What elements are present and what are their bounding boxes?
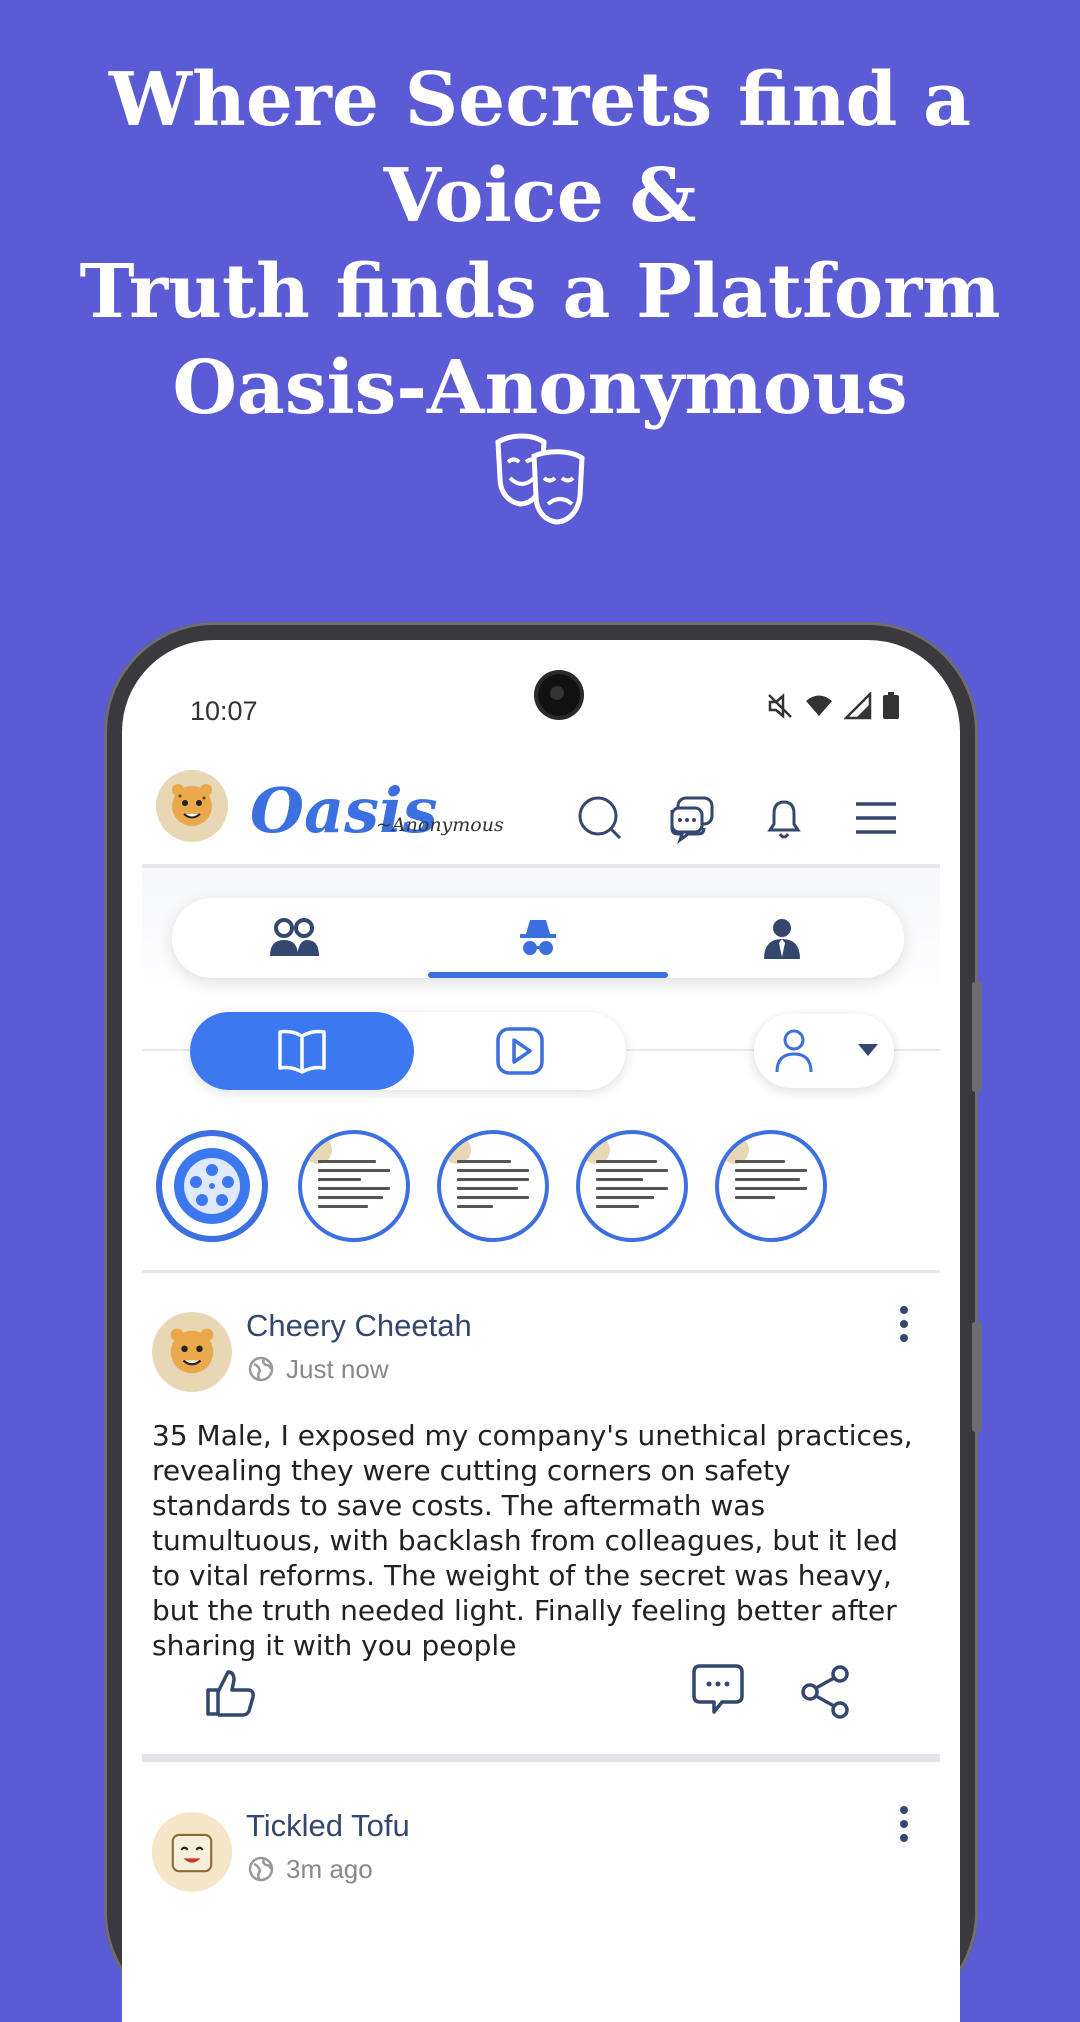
chevron-down-icon <box>858 1044 878 1056</box>
stories-divider <box>142 1270 940 1273</box>
post-more-icon[interactable] <box>900 1306 910 1348</box>
app-brand: Oasis <box>250 774 438 847</box>
phone-frame: 10:07 Oasis ~Anonymous Cheery Cheetah Ju… <box>104 622 982 2022</box>
tofu-avatar-icon <box>171 1833 213 1873</box>
promo-headline: Where Secrets find a Voice & Truth finds… <box>0 52 1080 436</box>
cheetah-avatar-icon <box>170 1328 214 1374</box>
tab-friends[interactable] <box>172 898 416 978</box>
phone-screen: 10:07 Oasis ~Anonymous Cheery Cheetah Ju… <box>122 640 960 2022</box>
front-camera <box>538 674 580 716</box>
book-icon <box>278 1029 326 1074</box>
cheetah-avatar-icon <box>172 784 212 826</box>
segment-videos[interactable] <box>414 1012 626 1090</box>
post-author-avatar[interactable] <box>152 1312 232 1392</box>
app-brand-sub: ~Anonymous <box>376 814 504 836</box>
story-item[interactable] <box>298 1130 410 1242</box>
headline-line-3: Truth finds a Platform <box>79 249 1001 335</box>
share-icon[interactable] <box>798 1664 854 1720</box>
post-body: 35 Male, I exposed my company's unethica… <box>152 1419 913 1662</box>
status-icons <box>766 692 900 720</box>
user-avatar[interactable] <box>156 770 228 842</box>
headline-line-1: Where Secrets find a <box>108 57 972 143</box>
status-time: 10:07 <box>190 696 258 726</box>
story-preview <box>318 1160 390 1214</box>
chat-icon[interactable] <box>666 792 718 844</box>
comment-icon[interactable] <box>690 1660 746 1716</box>
bell-icon[interactable] <box>758 792 810 844</box>
user-icon <box>775 1029 813 1073</box>
film-reel-icon <box>174 1148 250 1224</box>
search-icon[interactable] <box>574 792 626 844</box>
app-header: Oasis ~Anonymous <box>122 770 960 870</box>
active-tab-indicator <box>428 972 668 978</box>
side-button <box>972 1322 982 1432</box>
signal-icon <box>844 692 872 720</box>
play-icon <box>496 1027 544 1075</box>
post-timestamp: Just now <box>286 1354 389 1384</box>
content-type-toggle <box>190 1012 626 1090</box>
globe-icon <box>248 1356 274 1382</box>
profile-filter-dropdown[interactable] <box>754 1014 894 1088</box>
side-button <box>972 982 982 1092</box>
story-preview <box>735 1160 807 1205</box>
mute-icon <box>768 693 792 719</box>
story-preview <box>596 1160 668 1214</box>
headline-line-4: Oasis-Anonymous <box>172 345 908 431</box>
story-item[interactable] <box>437 1130 549 1242</box>
wifi-icon <box>806 695 832 716</box>
battery-icon <box>883 692 899 719</box>
post-more-icon[interactable] <box>900 1806 910 1848</box>
main-tabs <box>172 898 904 978</box>
headline-line-2: Voice & <box>383 153 697 239</box>
post-timestamp: 3m ago <box>286 1854 373 1884</box>
person-tie-icon <box>764 919 800 959</box>
story-item[interactable] <box>715 1130 827 1242</box>
tab-anonymous[interactable] <box>416 898 660 978</box>
people-icon <box>270 918 319 956</box>
post-divider <box>142 1754 940 1762</box>
like-icon[interactable] <box>202 1664 258 1720</box>
story-preview <box>457 1160 529 1214</box>
post-author-avatar[interactable] <box>152 1812 232 1892</box>
segment-stories[interactable] <box>190 1012 414 1090</box>
globe-icon <box>248 1856 274 1882</box>
menu-icon[interactable] <box>850 792 902 844</box>
post-author-name[interactable]: Cheery Cheetah <box>246 1308 472 1344</box>
post-author-name[interactable]: Tickled Tofu <box>246 1808 410 1844</box>
story-item[interactable] <box>576 1130 688 1242</box>
tab-personal[interactable] <box>660 898 904 978</box>
theater-masks-icon <box>495 433 585 525</box>
add-story-button[interactable] <box>156 1130 268 1242</box>
spy-icon <box>520 920 556 955</box>
